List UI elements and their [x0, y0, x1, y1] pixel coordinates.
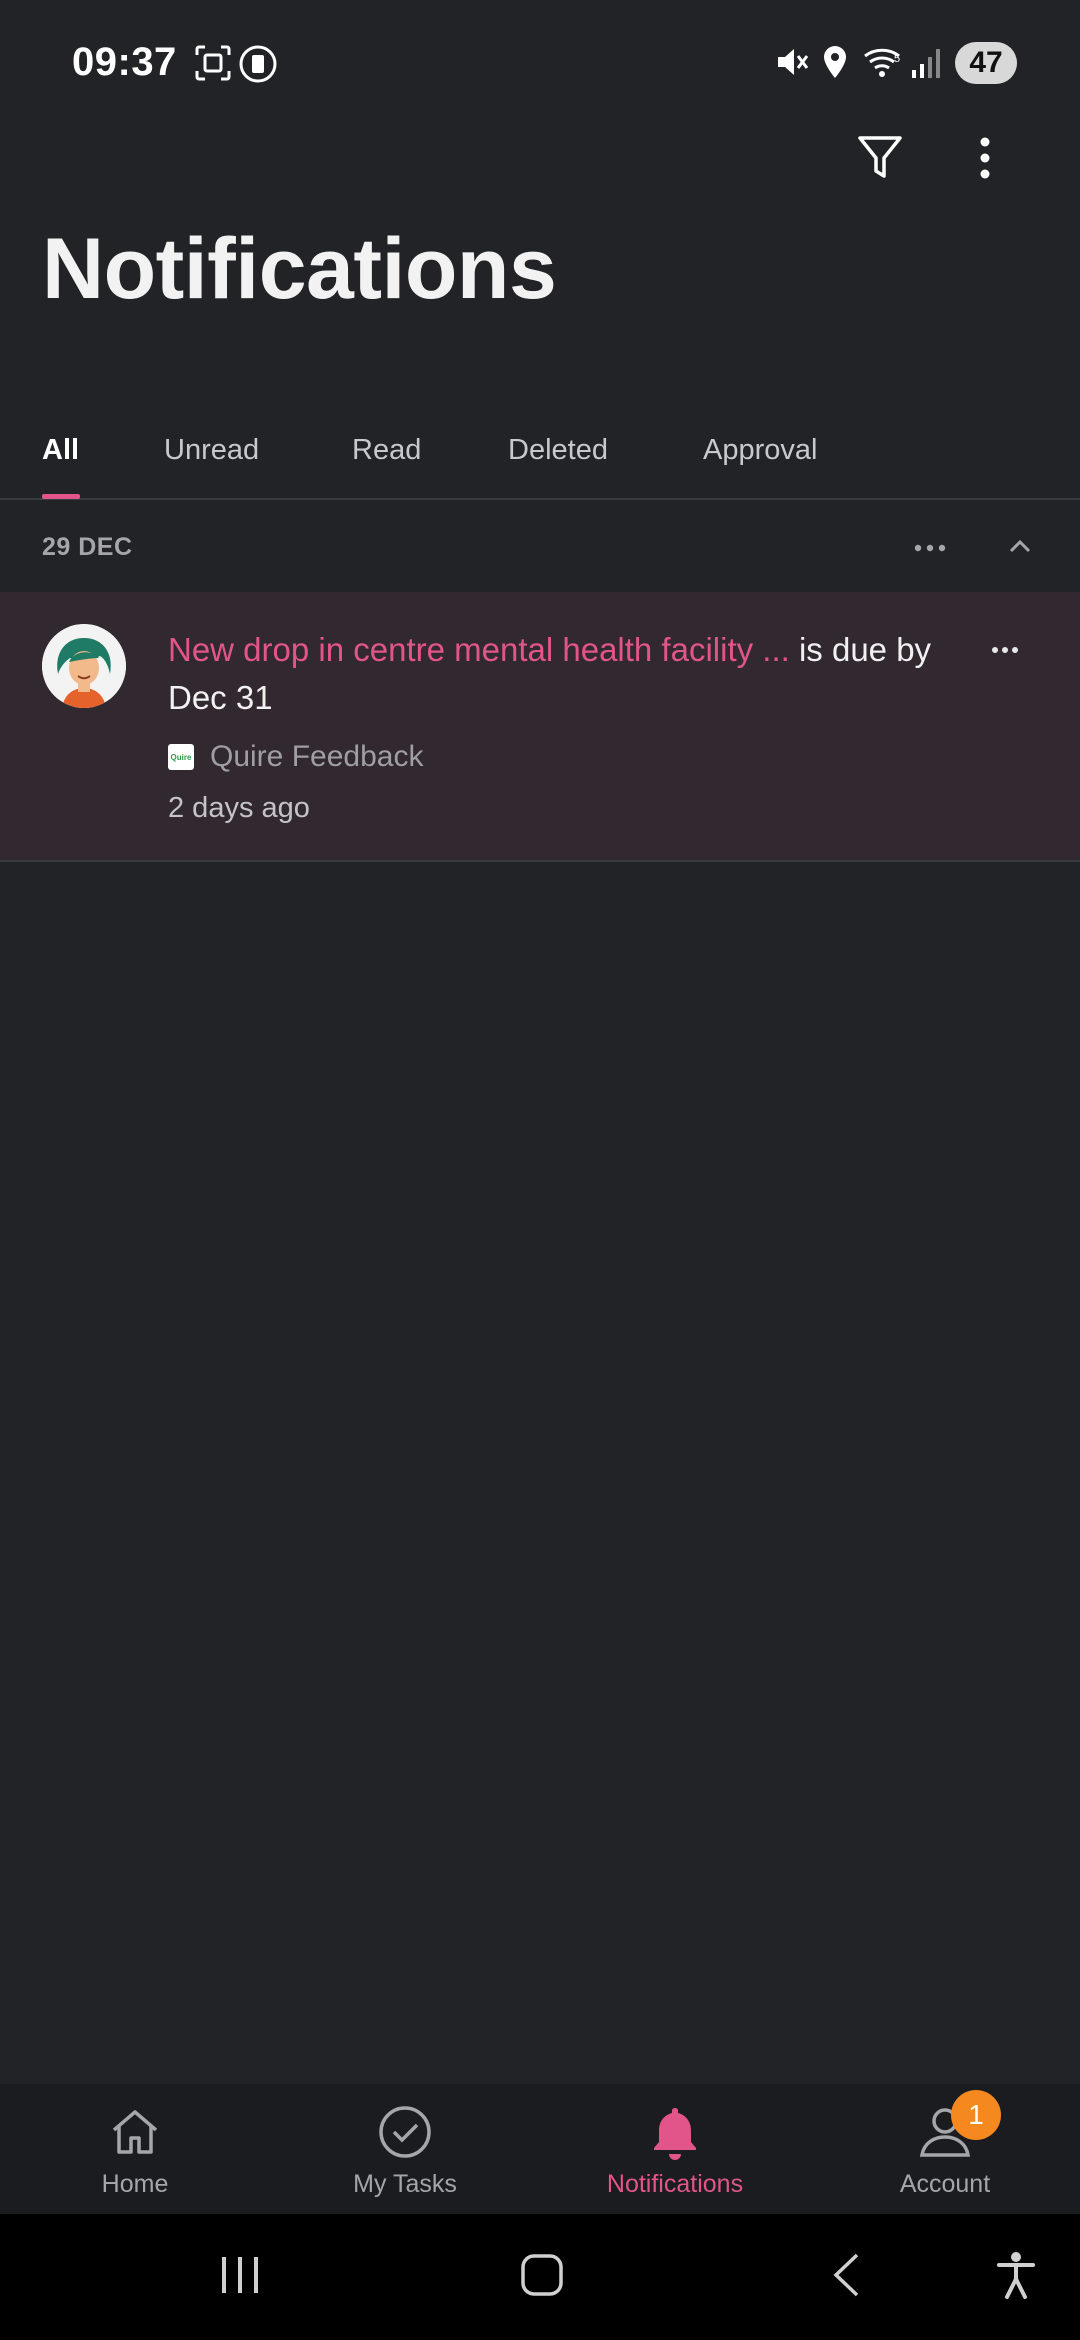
- page-title: Notifications: [42, 221, 557, 317]
- filter-icon: [857, 134, 903, 187]
- more-horizontal-icon: [914, 539, 946, 557]
- wifi-icon: 5: [862, 44, 906, 85]
- notification-message: New drop in centre mental health facilit…: [168, 626, 948, 722]
- collapse-section-button[interactable]: [990, 526, 1050, 570]
- source-name: Quire Feedback: [210, 740, 424, 773]
- more-vertical-icon: [979, 136, 991, 185]
- user-icon: 1: [917, 2090, 1001, 2162]
- notification-more-button[interactable]: [975, 628, 1035, 672]
- nav-account-label: Account: [899, 2170, 991, 2198]
- accessibility-icon: [996, 2251, 1036, 2304]
- tab-bar: All Unread Read Deleted Approval: [0, 420, 1080, 500]
- location-icon: [820, 44, 850, 85]
- bottom-navigation: Home My Tasks Notifications 1 Account: [0, 2084, 1080, 2214]
- battery-indicator: 47: [955, 42, 1017, 84]
- active-tab-indicator: [42, 494, 80, 499]
- nav-home-label: Home: [101, 2170, 169, 2198]
- system-navigation-bar: [0, 2214, 1080, 2340]
- more-options-button[interactable]: [955, 130, 1015, 190]
- recent-apps-button[interactable]: [200, 2214, 280, 2340]
- screenshot-icon: [194, 44, 232, 87]
- filter-button[interactable]: [850, 130, 910, 190]
- signal-icon: [910, 44, 944, 85]
- chevron-up-icon: [1008, 539, 1032, 558]
- recent-apps-icon: [218, 2255, 262, 2300]
- mute-icon: [774, 44, 810, 85]
- check-circle-icon: [378, 2102, 432, 2162]
- bell-icon: [650, 2102, 700, 2162]
- section-more-button[interactable]: [900, 526, 960, 570]
- nav-account[interactable]: 1 Account: [810, 2084, 1080, 2214]
- section-header: 29 DEC: [0, 500, 1080, 592]
- nav-notifications[interactable]: Notifications: [540, 2084, 810, 2214]
- notification-item[interactable]: New drop in centre mental health facilit…: [0, 592, 1080, 862]
- home-system-button[interactable]: [502, 2214, 582, 2340]
- nav-notifications-label: Notifications: [606, 2170, 744, 2198]
- status-time: 09:37: [72, 40, 177, 84]
- tab-deleted[interactable]: Deleted: [508, 434, 608, 467]
- nav-my-tasks-label: My Tasks: [353, 2170, 457, 2198]
- account-badge: 1: [951, 2090, 1001, 2140]
- svg-text:5: 5: [894, 53, 900, 65]
- status-bar: 09:37 5 47: [0, 0, 1080, 120]
- notification-source: Quire Quire Feedback: [168, 740, 423, 774]
- home-icon: [109, 2102, 161, 2162]
- screen-record-icon: [238, 44, 278, 89]
- avatar: [42, 624, 126, 708]
- quire-logo: Quire: [168, 744, 194, 770]
- back-arrow-icon: [831, 2252, 861, 2303]
- screen: 09:37 5 47 Notifications All Unread Read…: [0, 0, 1080, 2340]
- tab-all[interactable]: All: [42, 434, 79, 467]
- accessibility-button[interactable]: [976, 2214, 1056, 2340]
- nav-home[interactable]: Home: [0, 2084, 270, 2214]
- notification-time: 2 days ago: [168, 792, 310, 824]
- section-date: 29 DEC: [42, 533, 133, 561]
- home-square-icon: [520, 2253, 564, 2302]
- nav-my-tasks[interactable]: My Tasks: [270, 2084, 540, 2214]
- more-horizontal-icon: [991, 641, 1019, 659]
- tab-read[interactable]: Read: [352, 434, 421, 467]
- task-link[interactable]: New drop in centre mental health facilit…: [168, 631, 790, 668]
- back-button[interactable]: [806, 2214, 886, 2340]
- tab-approval[interactable]: Approval: [703, 434, 817, 467]
- tab-unread[interactable]: Unread: [164, 434, 259, 467]
